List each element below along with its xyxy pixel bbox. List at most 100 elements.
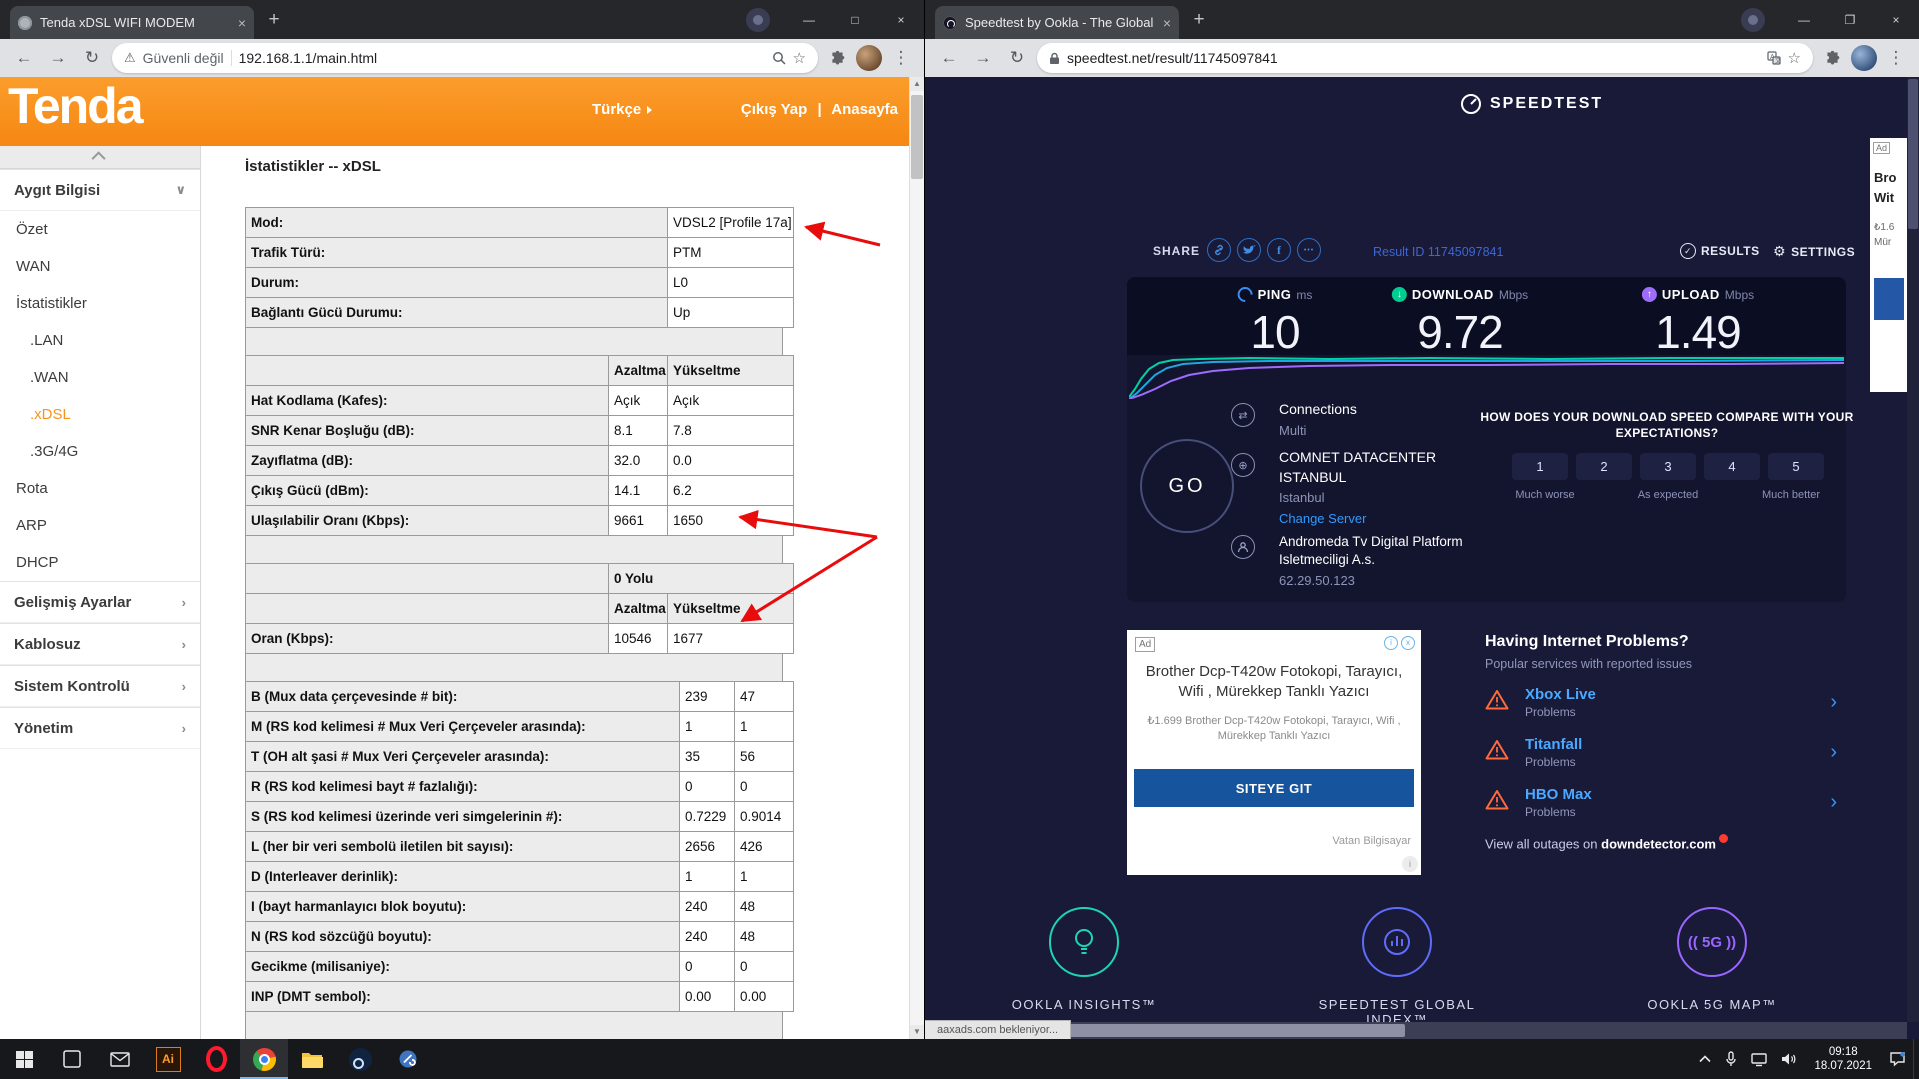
sidebar-item-wan[interactable]: .WAN bbox=[0, 359, 200, 396]
rating-button-5[interactable]: 5 bbox=[1768, 453, 1824, 480]
facebook-share-icon[interactable]: f bbox=[1267, 238, 1291, 262]
tab-close-icon[interactable]: × bbox=[1163, 15, 1171, 31]
sidebar-item-kablosuz[interactable]: Kablosuz › bbox=[0, 623, 200, 665]
taskbar-app-mail[interactable] bbox=[96, 1039, 144, 1079]
tab-speedtest[interactable]: Speedtest by Ookla - The Global × bbox=[935, 6, 1179, 39]
logout-link[interactable]: Çıkış Yap bbox=[741, 101, 807, 118]
lock-icon[interactable] bbox=[1049, 52, 1060, 65]
service-link[interactable]: Titanfall bbox=[1525, 736, 1582, 753]
adchoices-icon[interactable]: i bbox=[1402, 856, 1418, 872]
extensions-icon[interactable] bbox=[824, 50, 850, 67]
menu-icon[interactable]: ⋮ bbox=[1883, 48, 1909, 68]
sidebar-item-y-netim[interactable]: Yönetim › bbox=[0, 707, 200, 749]
more-share-icon[interactable]: ••• bbox=[1297, 238, 1321, 262]
tray-chevron-up-icon[interactable] bbox=[1692, 1039, 1718, 1079]
go-button[interactable]: GO bbox=[1140, 439, 1234, 533]
taskbar-app-illustrator[interactable]: Ai bbox=[144, 1039, 192, 1079]
taskbar-app-chrome[interactable] bbox=[240, 1039, 288, 1079]
home-link[interactable]: Anasayfa bbox=[831, 101, 898, 118]
close-button[interactable]: × bbox=[878, 0, 924, 39]
back-button[interactable]: ← bbox=[935, 44, 963, 72]
rating-button-4[interactable]: 4 bbox=[1704, 453, 1760, 480]
service-link[interactable]: HBO Max bbox=[1525, 786, 1592, 803]
back-button[interactable]: ← bbox=[10, 44, 38, 72]
sidebar-item-dhcp[interactable]: DHCP bbox=[0, 544, 200, 581]
zoom-icon[interactable] bbox=[772, 51, 786, 65]
tab-tenda[interactable]: Tenda xDSL WIFI MODEM × bbox=[10, 6, 254, 39]
extensions-icon[interactable] bbox=[1819, 50, 1845, 67]
scroll-down-arrow-icon[interactable]: ▼ bbox=[910, 1025, 924, 1039]
browser-profile-icon[interactable] bbox=[1741, 7, 1765, 32]
notification-center-icon[interactable] bbox=[1882, 1039, 1913, 1079]
microphone-icon[interactable] bbox=[1718, 1039, 1744, 1079]
rating-button-3[interactable]: 3 bbox=[1640, 453, 1696, 480]
taskbar-app-utility[interactable] bbox=[384, 1039, 432, 1079]
restore-button[interactable]: ❐ bbox=[1827, 0, 1873, 39]
horizontal-scrollbar[interactable] bbox=[925, 1022, 1907, 1039]
change-server-link[interactable]: Change Server bbox=[1279, 511, 1366, 526]
network-icon[interactable] bbox=[1744, 1039, 1774, 1079]
taskbar-app-opera[interactable] bbox=[192, 1039, 240, 1079]
sidebar-item-xdsl[interactable]: .xDSL bbox=[0, 396, 200, 433]
profile-avatar[interactable] bbox=[856, 45, 882, 71]
profile-avatar[interactable] bbox=[1851, 45, 1877, 71]
service-link[interactable]: Xbox Live bbox=[1525, 686, 1596, 703]
forward-button[interactable]: → bbox=[44, 44, 72, 72]
reload-button[interactable]: ↻ bbox=[1003, 44, 1031, 72]
taskbar-clock[interactable]: 09:18 18.07.2021 bbox=[1804, 1045, 1882, 1073]
sidebar-item-3g-4g[interactable]: .3G/4G bbox=[0, 433, 200, 470]
show-desktop-button[interactable] bbox=[1913, 1039, 1919, 1079]
problem-item-xbox-live[interactable]: Xbox Live Problems › bbox=[1485, 677, 1837, 727]
side-ad-panel[interactable]: Ad Bro Wit ₺1.6 Mür bbox=[1870, 138, 1907, 392]
rating-button-1[interactable]: 1 bbox=[1512, 453, 1568, 480]
rating-button-2[interactable]: 2 bbox=[1576, 453, 1632, 480]
sidebar-item-zet[interactable]: Özet bbox=[0, 211, 200, 248]
vertical-scrollbar[interactable] bbox=[1907, 77, 1919, 1022]
translate-icon[interactable]: A文 bbox=[1766, 51, 1781, 65]
sidebar-item-geli-mi-ayarlar[interactable]: Gelişmiş Ayarlar › bbox=[0, 581, 200, 623]
close-button[interactable]: × bbox=[1873, 0, 1919, 39]
twitter-share-icon[interactable] bbox=[1237, 238, 1261, 262]
maximize-button[interactable]: □ bbox=[832, 0, 878, 39]
address-bar[interactable]: speedtest.net/result/11745097841 A文 ☆ bbox=[1037, 43, 1813, 73]
vertical-scrollbar[interactable]: ▲ ▼ bbox=[909, 77, 924, 1039]
problem-item-hbo-max[interactable]: HBO Max Problems › bbox=[1485, 777, 1837, 827]
language-selector[interactable]: Türkçe bbox=[592, 101, 653, 118]
footer-item-ookla-5g-map[interactable]: (( 5G )) OOKLA 5G MAP™ bbox=[1622, 907, 1802, 1012]
sidebar-item-arp[interactable]: ARP bbox=[0, 507, 200, 544]
taskbar-app-steam[interactable] bbox=[336, 1039, 384, 1079]
side-ad-button[interactable] bbox=[1874, 278, 1904, 320]
menu-icon[interactable]: ⋮ bbox=[888, 48, 914, 68]
footer-item-speedtest-global-index[interactable]: SPEEDTEST GLOBAL INDEX™ bbox=[1307, 907, 1487, 1027]
reload-button[interactable]: ↻ bbox=[78, 44, 106, 72]
taskbar-app-file-explorer[interactable] bbox=[288, 1039, 336, 1079]
sidebar-item-wan[interactable]: WAN bbox=[0, 248, 200, 285]
sidebar-item-rota[interactable]: Rota bbox=[0, 470, 200, 507]
sidebar-collapse-button[interactable] bbox=[0, 146, 200, 169]
tab-close-icon[interactable]: × bbox=[238, 15, 246, 31]
ad-close-icon[interactable]: x bbox=[1401, 636, 1415, 650]
results-button[interactable]: ✓ RESULTS bbox=[1680, 243, 1760, 259]
browser-profile-icon[interactable] bbox=[746, 7, 770, 32]
ad-cta-button[interactable]: SITEYE GIT bbox=[1134, 769, 1414, 807]
minimize-button[interactable]: — bbox=[1781, 0, 1827, 39]
bookmark-star-icon[interactable]: ☆ bbox=[793, 49, 806, 67]
ad-card[interactable]: Ad i x Brother Dcp-T420w Fotokopi, Taray… bbox=[1127, 630, 1421, 875]
link-share-icon[interactable] bbox=[1207, 238, 1231, 262]
problem-item-titanfall[interactable]: Titanfall Problems › bbox=[1485, 727, 1837, 777]
volume-icon[interactable] bbox=[1774, 1039, 1804, 1079]
footer-item-ookla-insights[interactable]: OOKLA INSIGHTS™ bbox=[994, 907, 1174, 1012]
scroll-up-arrow-icon[interactable]: ▲ bbox=[910, 77, 924, 91]
settings-button[interactable]: ⚙ SETTINGS bbox=[1773, 243, 1855, 260]
bookmark-star-icon[interactable]: ☆ bbox=[1788, 49, 1801, 67]
minimize-button[interactable]: — bbox=[786, 0, 832, 39]
sidebar-item-sistem-kontrol[interactable]: Sistem Kontrolü › bbox=[0, 665, 200, 707]
new-tab-button[interactable]: + bbox=[260, 6, 288, 34]
sidebar-item-lan[interactable]: .LAN bbox=[0, 322, 200, 359]
security-warning-icon[interactable]: ⚠ bbox=[124, 50, 136, 66]
taskbar-app-task-view[interactable] bbox=[48, 1039, 96, 1079]
start-button[interactable] bbox=[0, 1039, 48, 1079]
scrollbar-thumb[interactable] bbox=[911, 95, 923, 179]
sidebar-item-ayg-t-bilgisi[interactable]: Aygıt Bilgisi ∨ bbox=[0, 169, 200, 211]
forward-button[interactable]: → bbox=[969, 44, 997, 72]
